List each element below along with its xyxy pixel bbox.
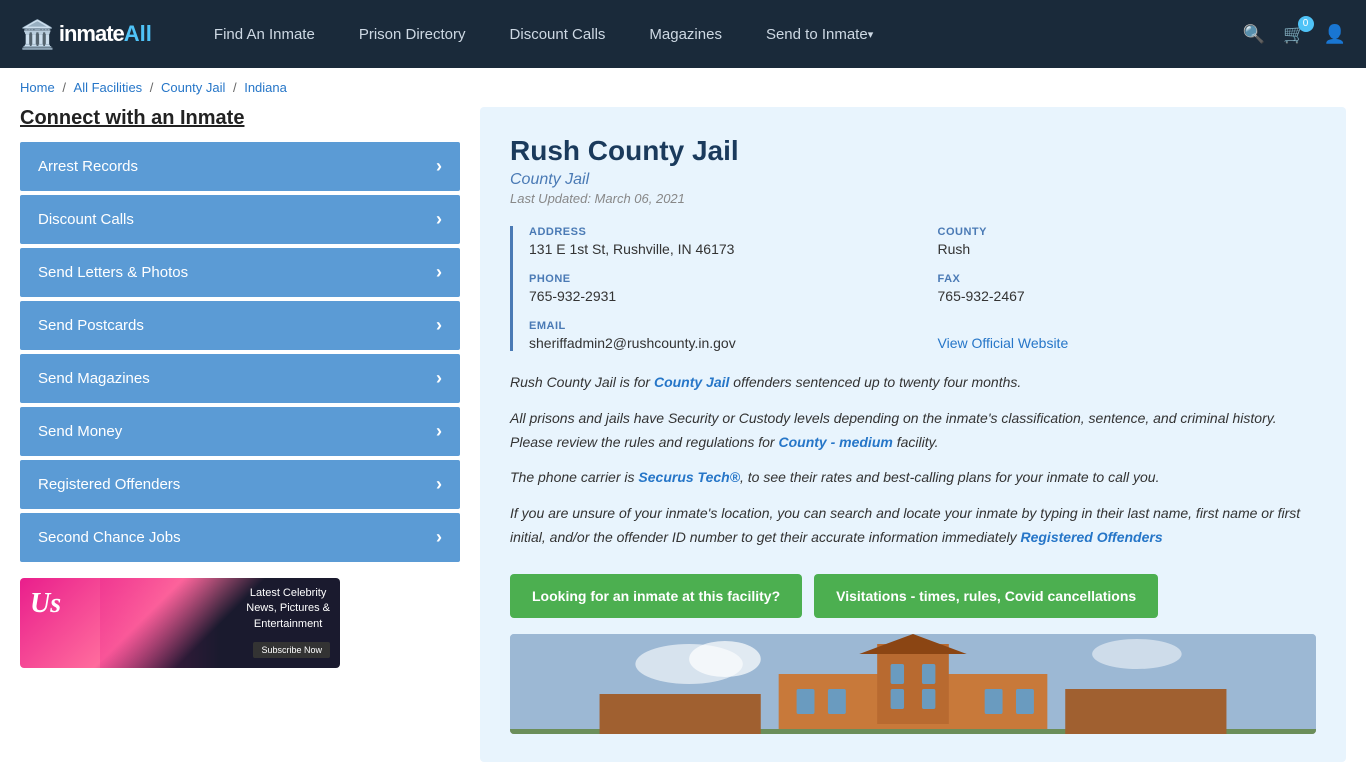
sidebar-title: Connect with an Inmate: [20, 107, 460, 130]
facility-buttons: Looking for an inmate at this facility? …: [510, 574, 1316, 618]
sidebar-arrow-send-magazines: ›: [436, 368, 442, 389]
website-block: View Official Website: [938, 320, 1317, 351]
facility-type: County Jail: [510, 171, 1316, 189]
phone-value: 765-932-2931: [529, 288, 908, 304]
sidebar-label-send-magazines: Send Magazines: [38, 370, 150, 387]
sidebar: Connect with an Inmate Arrest Records › …: [20, 107, 460, 762]
desc-2: All prisons and jails have Security or C…: [510, 407, 1316, 455]
county-medium-link[interactable]: County - medium: [778, 434, 892, 450]
facility-description: Rush County Jail is for County Jail offe…: [510, 371, 1316, 550]
sidebar-item-discount-calls[interactable]: Discount Calls ›: [20, 195, 460, 244]
address-value: 131 E 1st St, Rushville, IN 46173: [529, 241, 908, 257]
site-logo[interactable]: 🏛️ inmate All: [20, 18, 152, 51]
breadcrumb-sep-2: /: [150, 80, 157, 95]
sidebar-arrow-discount-calls: ›: [436, 209, 442, 230]
navigation: 🏛️ inmate All Find An Inmate Prison Dire…: [0, 0, 1366, 68]
sidebar-label-registered-offenders: Registered Offenders: [38, 476, 180, 493]
logo-text: inmate: [59, 21, 124, 47]
facility-name: Rush County Jail: [510, 135, 1316, 167]
breadcrumb: Home / All Facilities / County Jail / In…: [0, 68, 1366, 107]
email-value: sheriffadmin2@rushcounty.in.gov: [529, 335, 908, 351]
ad-text: Latest Celebrity News, Pictures & Entert…: [246, 586, 330, 632]
address-block: ADDRESS 131 E 1st St, Rushville, IN 4617…: [529, 226, 908, 257]
phone-label: PHONE: [529, 273, 908, 285]
nav-discount-calls[interactable]: Discount Calls: [488, 0, 628, 68]
sidebar-label-send-letters: Send Letters & Photos: [38, 264, 188, 281]
user-icon[interactable]: 👤: [1324, 24, 1346, 45]
registered-offenders-link[interactable]: Registered Offenders: [1020, 529, 1162, 545]
sidebar-item-send-money[interactable]: Send Money ›: [20, 407, 460, 456]
sidebar-arrow-send-postcards: ›: [436, 315, 442, 336]
phone-block: PHONE 765-932-2931: [529, 273, 908, 304]
sidebar-label-send-money: Send Money: [38, 423, 122, 440]
breadcrumb-county-jail[interactable]: County Jail: [161, 80, 225, 95]
sidebar-menu: Arrest Records › Discount Calls › Send L…: [20, 142, 460, 562]
sidebar-item-registered-offenders[interactable]: Registered Offenders ›: [20, 460, 460, 509]
desc-3: The phone carrier is Securus Tech®, to s…: [510, 466, 1316, 490]
email-label: EMAIL: [529, 320, 908, 332]
county-jail-link-1[interactable]: County Jail: [654, 374, 729, 390]
facility-image: [510, 634, 1316, 734]
breadcrumb-home[interactable]: Home: [20, 80, 55, 95]
sidebar-item-send-letters[interactable]: Send Letters & Photos ›: [20, 248, 460, 297]
main-content: Connect with an Inmate Arrest Records › …: [0, 107, 1366, 782]
search-icon[interactable]: 🔍: [1243, 24, 1265, 45]
nav-magazines[interactable]: Magazines: [627, 0, 744, 68]
logo-all: All: [124, 21, 152, 47]
breadcrumb-sep-1: /: [62, 80, 69, 95]
sidebar-item-second-chance-jobs[interactable]: Second Chance Jobs ›: [20, 513, 460, 562]
breadcrumb-all-facilities[interactable]: All Facilities: [74, 80, 143, 95]
sidebar-arrow-registered-offenders: ›: [436, 474, 442, 495]
ad-subscribe-button[interactable]: Subscribe Now: [253, 642, 330, 658]
find-inmate-button[interactable]: Looking for an inmate at this facility?: [510, 574, 802, 618]
sidebar-label-second-chance-jobs: Second Chance Jobs: [38, 529, 181, 546]
sidebar-label-discount-calls: Discount Calls: [38, 211, 134, 228]
logo-icon: 🏛️: [20, 18, 55, 51]
facility-last-updated: Last Updated: March 06, 2021: [510, 191, 1316, 206]
sidebar-label-send-postcards: Send Postcards: [38, 317, 144, 334]
sidebar-arrow-arrest-records: ›: [436, 156, 442, 177]
nav-send-inmate[interactable]: Send to Inmate: [744, 0, 895, 68]
cart-icon[interactable]: 🛒 0: [1283, 24, 1305, 45]
breadcrumb-sep-3: /: [233, 80, 240, 95]
sidebar-arrow-send-money: ›: [436, 421, 442, 442]
sidebar-label-arrest-records: Arrest Records: [38, 158, 138, 175]
securus-tech-link[interactable]: Securus Tech®: [638, 469, 740, 485]
sidebar-arrow-second-chance-jobs: ›: [436, 527, 442, 548]
info-grid: ADDRESS 131 E 1st St, Rushville, IN 4617…: [529, 226, 1316, 351]
county-value: Rush: [938, 241, 1317, 257]
nav-find-inmate[interactable]: Find An Inmate: [192, 0, 337, 68]
address-label: ADDRESS: [529, 226, 908, 238]
view-official-website-link[interactable]: View Official Website: [938, 335, 1069, 351]
nav-prison-directory[interactable]: Prison Directory: [337, 0, 488, 68]
sidebar-ad[interactable]: Us Latest Celebrity News, Pictures & Ent…: [20, 578, 340, 668]
breadcrumb-indiana[interactable]: Indiana: [244, 80, 287, 95]
sidebar-item-arrest-records[interactable]: Arrest Records ›: [20, 142, 460, 191]
facility-content: Rush County Jail County Jail Last Update…: [480, 107, 1346, 762]
cart-badge: 0: [1298, 16, 1314, 32]
sidebar-item-send-magazines[interactable]: Send Magazines ›: [20, 354, 460, 403]
county-block: COUNTY Rush: [938, 226, 1317, 257]
info-divider: ADDRESS 131 E 1st St, Rushville, IN 4617…: [510, 226, 1316, 351]
sidebar-arrow-send-letters: ›: [436, 262, 442, 283]
email-block: EMAIL sheriffadmin2@rushcounty.in.gov: [529, 320, 908, 351]
fax-block: FAX 765-932-2467: [938, 273, 1317, 304]
ad-logo: Us: [30, 588, 61, 620]
sidebar-item-send-postcards[interactable]: Send Postcards ›: [20, 301, 460, 350]
fax-label: FAX: [938, 273, 1317, 285]
nav-links: Find An Inmate Prison Directory Discount…: [192, 0, 1243, 68]
desc-4: If you are unsure of your inmate's locat…: [510, 502, 1316, 550]
fax-value: 765-932-2467: [938, 288, 1317, 304]
nav-icons: 🔍 🛒 0 👤: [1243, 24, 1346, 45]
visitations-button[interactable]: Visitations - times, rules, Covid cancel…: [814, 574, 1158, 618]
desc-1: Rush County Jail is for County Jail offe…: [510, 371, 1316, 395]
county-label: COUNTY: [938, 226, 1317, 238]
